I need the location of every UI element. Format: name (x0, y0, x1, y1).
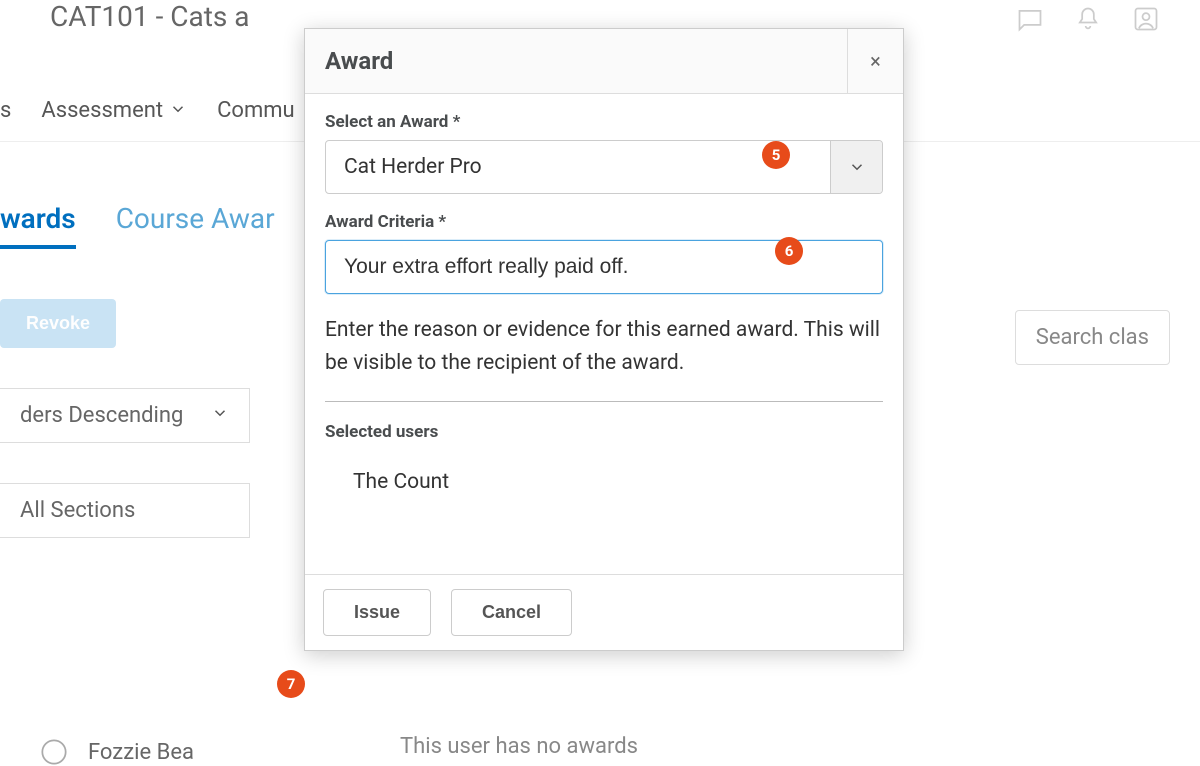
selected-user-item: The Count (325, 470, 883, 494)
section-select[interactable]: All Sections (0, 483, 250, 538)
close-button[interactable]: × (847, 29, 903, 93)
revoke-button[interactable]: Revoke (0, 299, 116, 348)
chevron-down-icon (169, 100, 187, 122)
select-award-label: Select an Award * (325, 112, 883, 132)
avatar-icon (40, 738, 68, 766)
award-modal: Award × Select an Award * Cat Herder Pro… (304, 28, 904, 651)
user-name: Fozzie Bea (88, 740, 194, 765)
chevron-down-icon (211, 403, 229, 428)
profile-icon[interactable] (1132, 5, 1160, 37)
selected-users-label: Selected users (325, 422, 883, 442)
modal-title: Award (305, 29, 847, 93)
search-input[interactable]: Search clas (1015, 310, 1170, 365)
callout-5: 5 (762, 141, 790, 169)
criteria-help-text: Enter the reason or evidence for this ea… (325, 314, 883, 402)
tab-course-awards[interactable]: Course Awar (116, 202, 275, 249)
messages-icon[interactable] (1016, 5, 1044, 37)
callout-7: 7 (277, 670, 305, 698)
nav-item-fragment[interactable]: s (0, 98, 11, 123)
nav-item-communication[interactable]: Commu (217, 98, 295, 123)
nav-item-label: Assessment (41, 98, 163, 123)
notifications-icon[interactable] (1074, 5, 1102, 37)
criteria-label: Award Criteria * (325, 212, 883, 232)
sort-order-value: ders Descending (20, 403, 183, 428)
callout-6: 6 (775, 237, 803, 265)
no-awards-text: This user has no awards (400, 734, 638, 759)
top-icon-bar (1016, 5, 1160, 37)
nav-item-assessment[interactable]: Assessment (41, 98, 187, 123)
chevron-down-icon (848, 158, 866, 176)
issue-button[interactable]: Issue (323, 589, 431, 636)
award-select[interactable]: Cat Herder Pro (325, 140, 883, 194)
award-select-caret[interactable] (830, 141, 882, 193)
section-value: All Sections (20, 498, 135, 523)
sort-order-select[interactable]: ders Descending (0, 388, 250, 443)
award-select-value: Cat Herder Pro (326, 141, 830, 193)
tab-classlist-awards[interactable]: wards (0, 202, 76, 249)
cancel-button[interactable]: Cancel (451, 589, 572, 636)
